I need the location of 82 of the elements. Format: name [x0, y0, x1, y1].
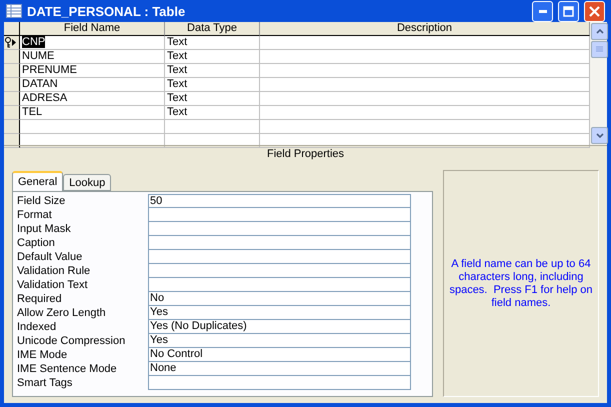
property-label: Field Size [16, 194, 66, 208]
data-type-cell[interactable]: Text [165, 36, 260, 50]
field-name-cell[interactable]: CNP [20, 36, 165, 50]
vertical-scrollbar[interactable] [590, 22, 607, 145]
field-name-cell[interactable]: ADRESA [20, 92, 165, 106]
property-value-field[interactable]: No Control [148, 348, 411, 362]
property-label: Format [16, 208, 53, 222]
minimize-icon [538, 10, 546, 12]
close-button[interactable] [584, 0, 605, 22]
minimize-button[interactable] [532, 0, 553, 22]
data-type-cell[interactable]: Text [165, 78, 260, 92]
chevron-up-icon [596, 29, 604, 34]
row-selector[interactable] [4, 50, 20, 64]
property-label: Validation Text [16, 278, 89, 292]
close-icon [589, 6, 600, 16]
data-type-cell[interactable] [165, 120, 260, 134]
data-type-cell[interactable]: Text [165, 106, 260, 120]
property-label: Smart Tags [16, 376, 74, 390]
field-name-cell[interactable]: PRENUME [20, 64, 165, 78]
row-selector[interactable] [4, 36, 20, 50]
description-cell[interactable] [260, 120, 590, 134]
field-name-cell[interactable] [20, 134, 165, 148]
property-value-field[interactable]: 50 [148, 194, 411, 208]
property-value-field[interactable] [148, 250, 411, 264]
property-value-field[interactable]: Yes [148, 306, 411, 320]
property-value-field[interactable] [148, 222, 411, 236]
column-header[interactable]: Field Name [20, 22, 165, 36]
property-value-field[interactable]: No [148, 292, 411, 306]
chevron-down-icon [596, 133, 604, 138]
description-cell[interactable] [260, 64, 590, 78]
property-label: Required [16, 292, 63, 306]
property-label: Input Mask [16, 222, 72, 236]
description-cell[interactable] [260, 78, 590, 92]
maximize-button[interactable] [558, 0, 579, 22]
row-selector[interactable] [4, 78, 20, 92]
tab[interactable]: General [12, 171, 64, 191]
property-label: Caption [16, 236, 56, 250]
property-value-field[interactable] [148, 376, 411, 390]
row-selector[interactable] [4, 92, 20, 106]
help-text: A field name can be up to 64 characters long, including spaces. Press F1 for help on field names. [448, 258, 594, 310]
select-all-corner[interactable] [4, 22, 20, 36]
row-selector[interactable] [4, 134, 20, 148]
maximize-icon [563, 6, 574, 16]
section-title: Field Properties [4, 145, 607, 162]
field-name-cell[interactable]: TEL [20, 106, 165, 120]
property-label: IME Sentence Mode [16, 362, 118, 376]
description-cell[interactable] [260, 36, 590, 50]
data-type-cell[interactable]: Text [165, 64, 260, 78]
table-icon [6, 4, 22, 18]
description-cell[interactable] [260, 92, 590, 106]
property-label: Validation Rule [16, 264, 92, 278]
scroll-down-button[interactable] [591, 127, 608, 144]
property-value-field[interactable] [148, 208, 411, 222]
window-title: DATE_PERSONAL : Table [27, 4, 186, 18]
field-name-cell[interactable] [20, 120, 165, 134]
description-cell[interactable] [260, 50, 590, 64]
property-value-field[interactable]: Yes [148, 334, 411, 348]
property-value-field[interactable]: None [148, 362, 411, 376]
column-header[interactable]: Description [260, 22, 590, 36]
row-selector[interactable] [4, 106, 20, 120]
property-label: Default Value [16, 250, 84, 264]
property-label: Unicode Compression [16, 334, 126, 348]
column-header[interactable]: Data Type [165, 22, 260, 36]
data-type-cell[interactable]: Text [165, 92, 260, 106]
data-type-cell[interactable] [165, 134, 260, 148]
property-label: Indexed [16, 320, 58, 334]
data-type-cell[interactable]: Text [165, 50, 260, 64]
property-value-field[interactable] [148, 264, 411, 278]
property-label: Allow Zero Length [16, 306, 107, 320]
row-selector[interactable] [4, 120, 20, 134]
field-name-cell[interactable]: NUME [20, 50, 165, 64]
property-value-field[interactable]: Yes (No Duplicates) [148, 320, 411, 334]
scroll-up-button[interactable] [591, 23, 608, 40]
property-label: IME Mode [16, 348, 68, 362]
property-value-field[interactable] [148, 278, 411, 292]
field-name-cell[interactable]: DATAN [20, 78, 165, 92]
row-selector[interactable] [4, 64, 20, 78]
description-cell[interactable] [260, 106, 590, 120]
property-value-field[interactable] [148, 236, 411, 250]
tab[interactable]: Lookup [63, 174, 112, 191]
description-cell[interactable] [260, 134, 590, 148]
scroll-thumb[interactable] [591, 41, 608, 58]
